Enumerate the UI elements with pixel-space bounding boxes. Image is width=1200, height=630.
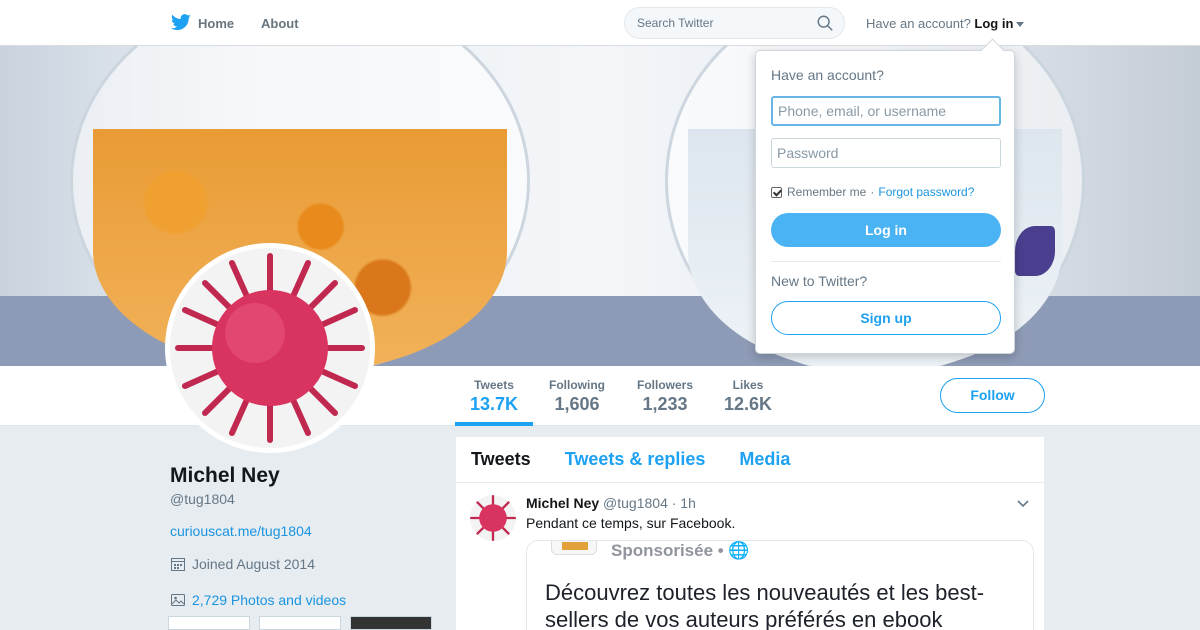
profile-handle: @tug1804 [170,491,235,507]
tweet-author-handle[interactable]: @tug1804 [603,495,668,511]
account-prompt: Have an account? [866,16,971,31]
virus-avatar-image [470,495,516,541]
tab-tweets-replies[interactable]: Tweets & replies [565,449,706,470]
chevron-down-icon[interactable] [1016,497,1030,511]
calendar-icon [171,558,185,571]
profile-url-link[interactable]: curiouscat.me/tug1804 [170,523,312,539]
account-login-toggle[interactable]: Have an account? Log in [866,16,1025,31]
stat-following[interactable]: Following 1,606 [548,378,606,415]
media-thumbnail[interactable] [168,616,250,630]
profile-name: Michel Ney [170,464,280,487]
stat-value: 12.6K [724,394,773,414]
login-link[interactable]: Log in [974,16,1013,31]
dropdown-title: Have an account? [771,67,884,83]
tab-tweets[interactable]: Tweets [471,449,531,470]
media-thumbnails [168,616,432,630]
forgot-password-link[interactable]: Forgot password? [878,185,974,199]
login-button[interactable]: Log in [771,213,1001,247]
login-dropdown: Have an account? Remember me · Forgot pa… [755,50,1015,354]
stat-value: 13.7K [470,394,519,414]
password-field[interactable] [771,138,1001,168]
nav-about[interactable]: About [261,0,299,46]
search-input[interactable]: Search Twitter [624,7,845,39]
separator-dot: · [870,185,875,199]
caret-down-icon [1016,22,1025,28]
stat-label: Following [549,378,605,392]
top-navigation-bar: Home About Search Twitter Have an accoun… [0,0,1200,46]
media-thumbnail[interactable] [350,616,432,630]
tweet-avatar[interactable] [470,495,516,541]
active-tab-underline [455,422,533,426]
photos-videos-link[interactable]: 2,729 Photos and videos [170,592,346,608]
joined-date: Joined August 2014 [170,556,315,572]
virus-avatar-image [170,248,370,448]
advertiser-logo [551,541,597,555]
stat-label: Likes [732,378,764,392]
joined-date-text: Joined August 2014 [192,556,315,572]
tweet[interactable]: Michel Ney @tug1804 · 1h Pendant ce temp… [456,483,1044,630]
card-headline: Découvrez toutes les nouveautés et les b… [545,580,985,630]
remember-me-checkbox[interactable] [771,186,782,198]
image-icon [171,594,185,606]
new-to-twitter-label: New to Twitter? [771,273,868,289]
tweet-header: Michel Ney @tug1804 · 1h [526,495,696,511]
photos-videos-text: 2,729 Photos and videos [192,592,347,608]
twitter-bird-icon [171,14,191,31]
search-icon[interactable] [816,14,834,32]
stat-followers[interactable]: Followers 1,233 [636,378,694,415]
stat-value: 1,233 [642,394,688,414]
tweet-text: Pendant ce temps, sur Facebook. [526,515,736,531]
stat-label: Followers [636,378,693,392]
tab-media[interactable]: Media [739,449,790,470]
nav-home[interactable]: Home [170,0,234,46]
stat-tweets[interactable]: Tweets 13.7K [470,378,518,415]
tweet-media-card[interactable]: Sponsorisée • 🌐 Découvrez toutes les nou… [526,540,1034,630]
avatar[interactable] [165,243,375,453]
tweet-timestamp[interactable]: · 1h [672,495,696,511]
stat-value: 1,606 [554,394,600,414]
timeline: Tweets Tweets & replies Media Michel Ney… [456,437,1044,630]
tweet-author-name[interactable]: Michel Ney [526,495,599,511]
stat-likes[interactable]: Likes 12.6K [724,378,772,415]
remember-me-row: Remember me · Forgot password? [771,185,974,199]
nav-about-label: About [261,15,299,31]
username-field[interactable] [771,96,1001,126]
divider [771,261,1001,262]
banner-single-fish [1015,226,1055,276]
media-thumbnail[interactable] [259,616,341,630]
nav-home-label: Home [198,15,235,31]
signup-button[interactable]: Sign up [771,301,1001,335]
remember-me-label[interactable]: Remember me [787,185,866,199]
follow-button[interactable]: Follow [940,378,1045,413]
stat-label: Tweets [474,378,514,392]
timeline-tabs: Tweets Tweets & replies Media [456,437,1044,483]
sponsored-label: Sponsorisée • 🌐 [611,541,750,560]
